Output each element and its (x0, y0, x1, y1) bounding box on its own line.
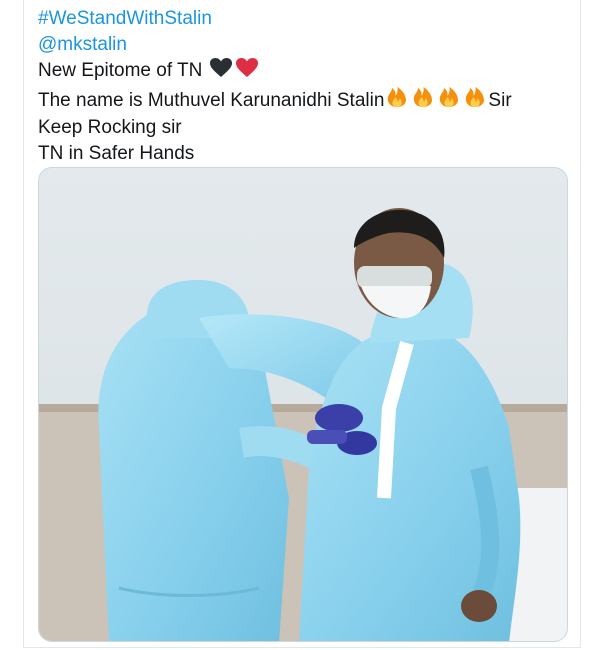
red-heart-icon (235, 57, 259, 86)
tweet-line-2: The name is Muthuvel Karunanidhi Stalin S… (38, 86, 512, 116)
tweet-line-1-text: New Epitome of TN (38, 60, 203, 81)
photo-illustration (39, 168, 567, 641)
fire-icon (463, 86, 487, 116)
goggles (357, 266, 432, 288)
tweet-line-1: New Epitome of TN (38, 57, 512, 86)
tweet-card: #WeStandWithStalin @mkstalin New Epitome… (23, 0, 581, 648)
fire-icon (411, 86, 435, 116)
fire-icon (385, 86, 409, 116)
tweet-photo[interactable] (38, 167, 568, 642)
tweet-line-4: TN in Safer Hands (38, 142, 195, 164)
tweet-text: #WeStandWithStalin @mkstalin New Epitome… (38, 6, 512, 166)
tweet-line-2-suffix: Sir (488, 89, 512, 111)
hashtag-link[interactable]: #WeStandWithStalin (38, 6, 512, 32)
mention-link[interactable]: @mkstalin (38, 32, 512, 58)
tweet-line-2-text: The name is Muthuvel Karunanidhi Stalin (38, 89, 385, 111)
black-heart-icon (209, 57, 233, 86)
fire-icon (437, 86, 461, 116)
tweet-line-3: Keep Rocking sir (38, 117, 182, 138)
